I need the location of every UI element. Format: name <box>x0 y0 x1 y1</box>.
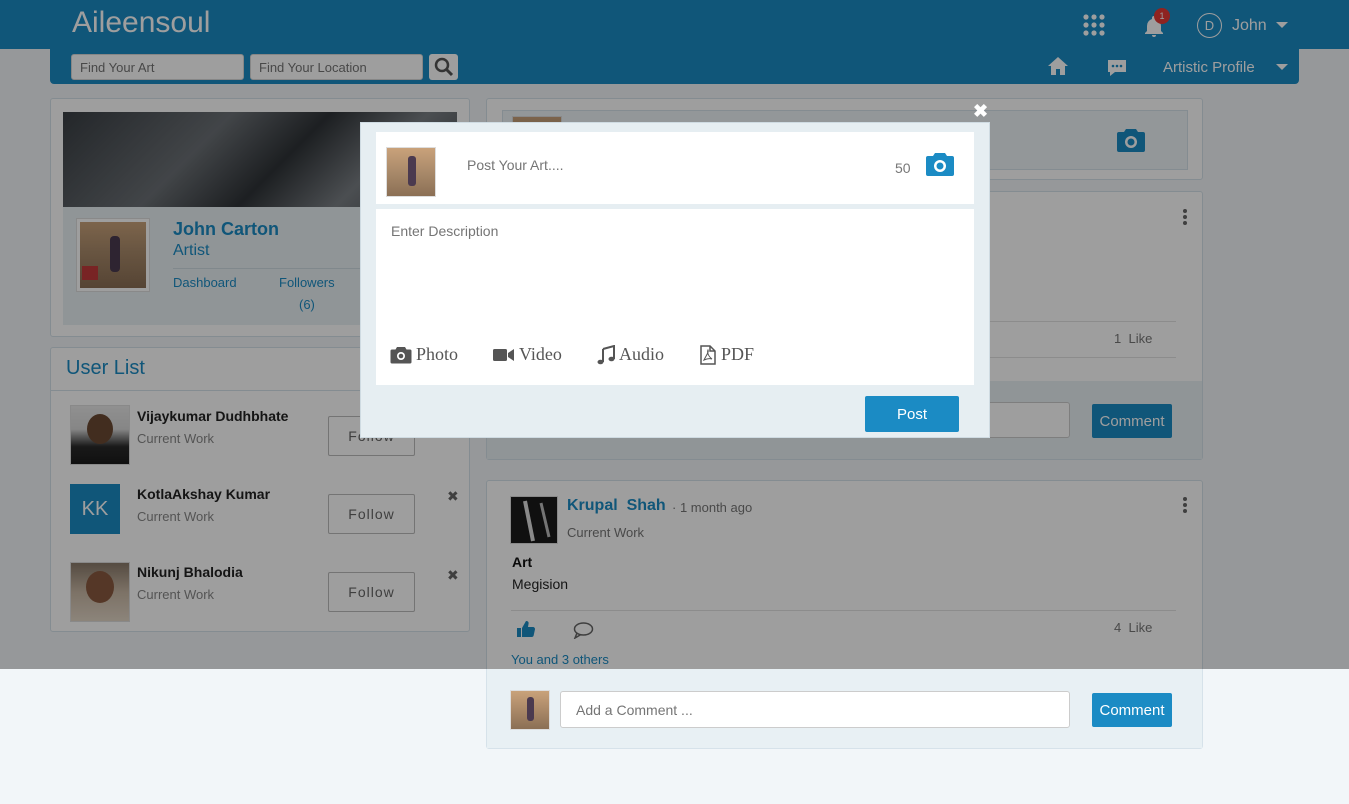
commenter-avatar <box>510 690 550 730</box>
comment-button[interactable]: Comment <box>1092 693 1172 727</box>
modal-user-avatar <box>386 147 436 197</box>
video-camera-icon <box>493 348 514 361</box>
modal-camera-icon[interactable] <box>925 151 955 177</box>
audio-upload-option[interactable]: Audio <box>597 344 664 365</box>
pdf-file-icon <box>700 344 716 365</box>
photo-camera-icon <box>390 346 412 363</box>
post-button[interactable]: Post <box>865 396 959 432</box>
pdf-upload-option[interactable]: PDF <box>699 344 754 365</box>
photo-upload-option[interactable]: Photo <box>390 344 458 365</box>
music-note-icon <box>597 344 615 364</box>
video-upload-option[interactable]: Video <box>493 344 562 365</box>
modal-close-icon[interactable]: ✖ <box>973 101 988 122</box>
title-char-count: 50 <box>895 160 911 176</box>
art-title-input[interactable] <box>459 150 859 180</box>
comment-input[interactable] <box>560 691 1070 728</box>
description-textarea[interactable] <box>385 220 965 320</box>
